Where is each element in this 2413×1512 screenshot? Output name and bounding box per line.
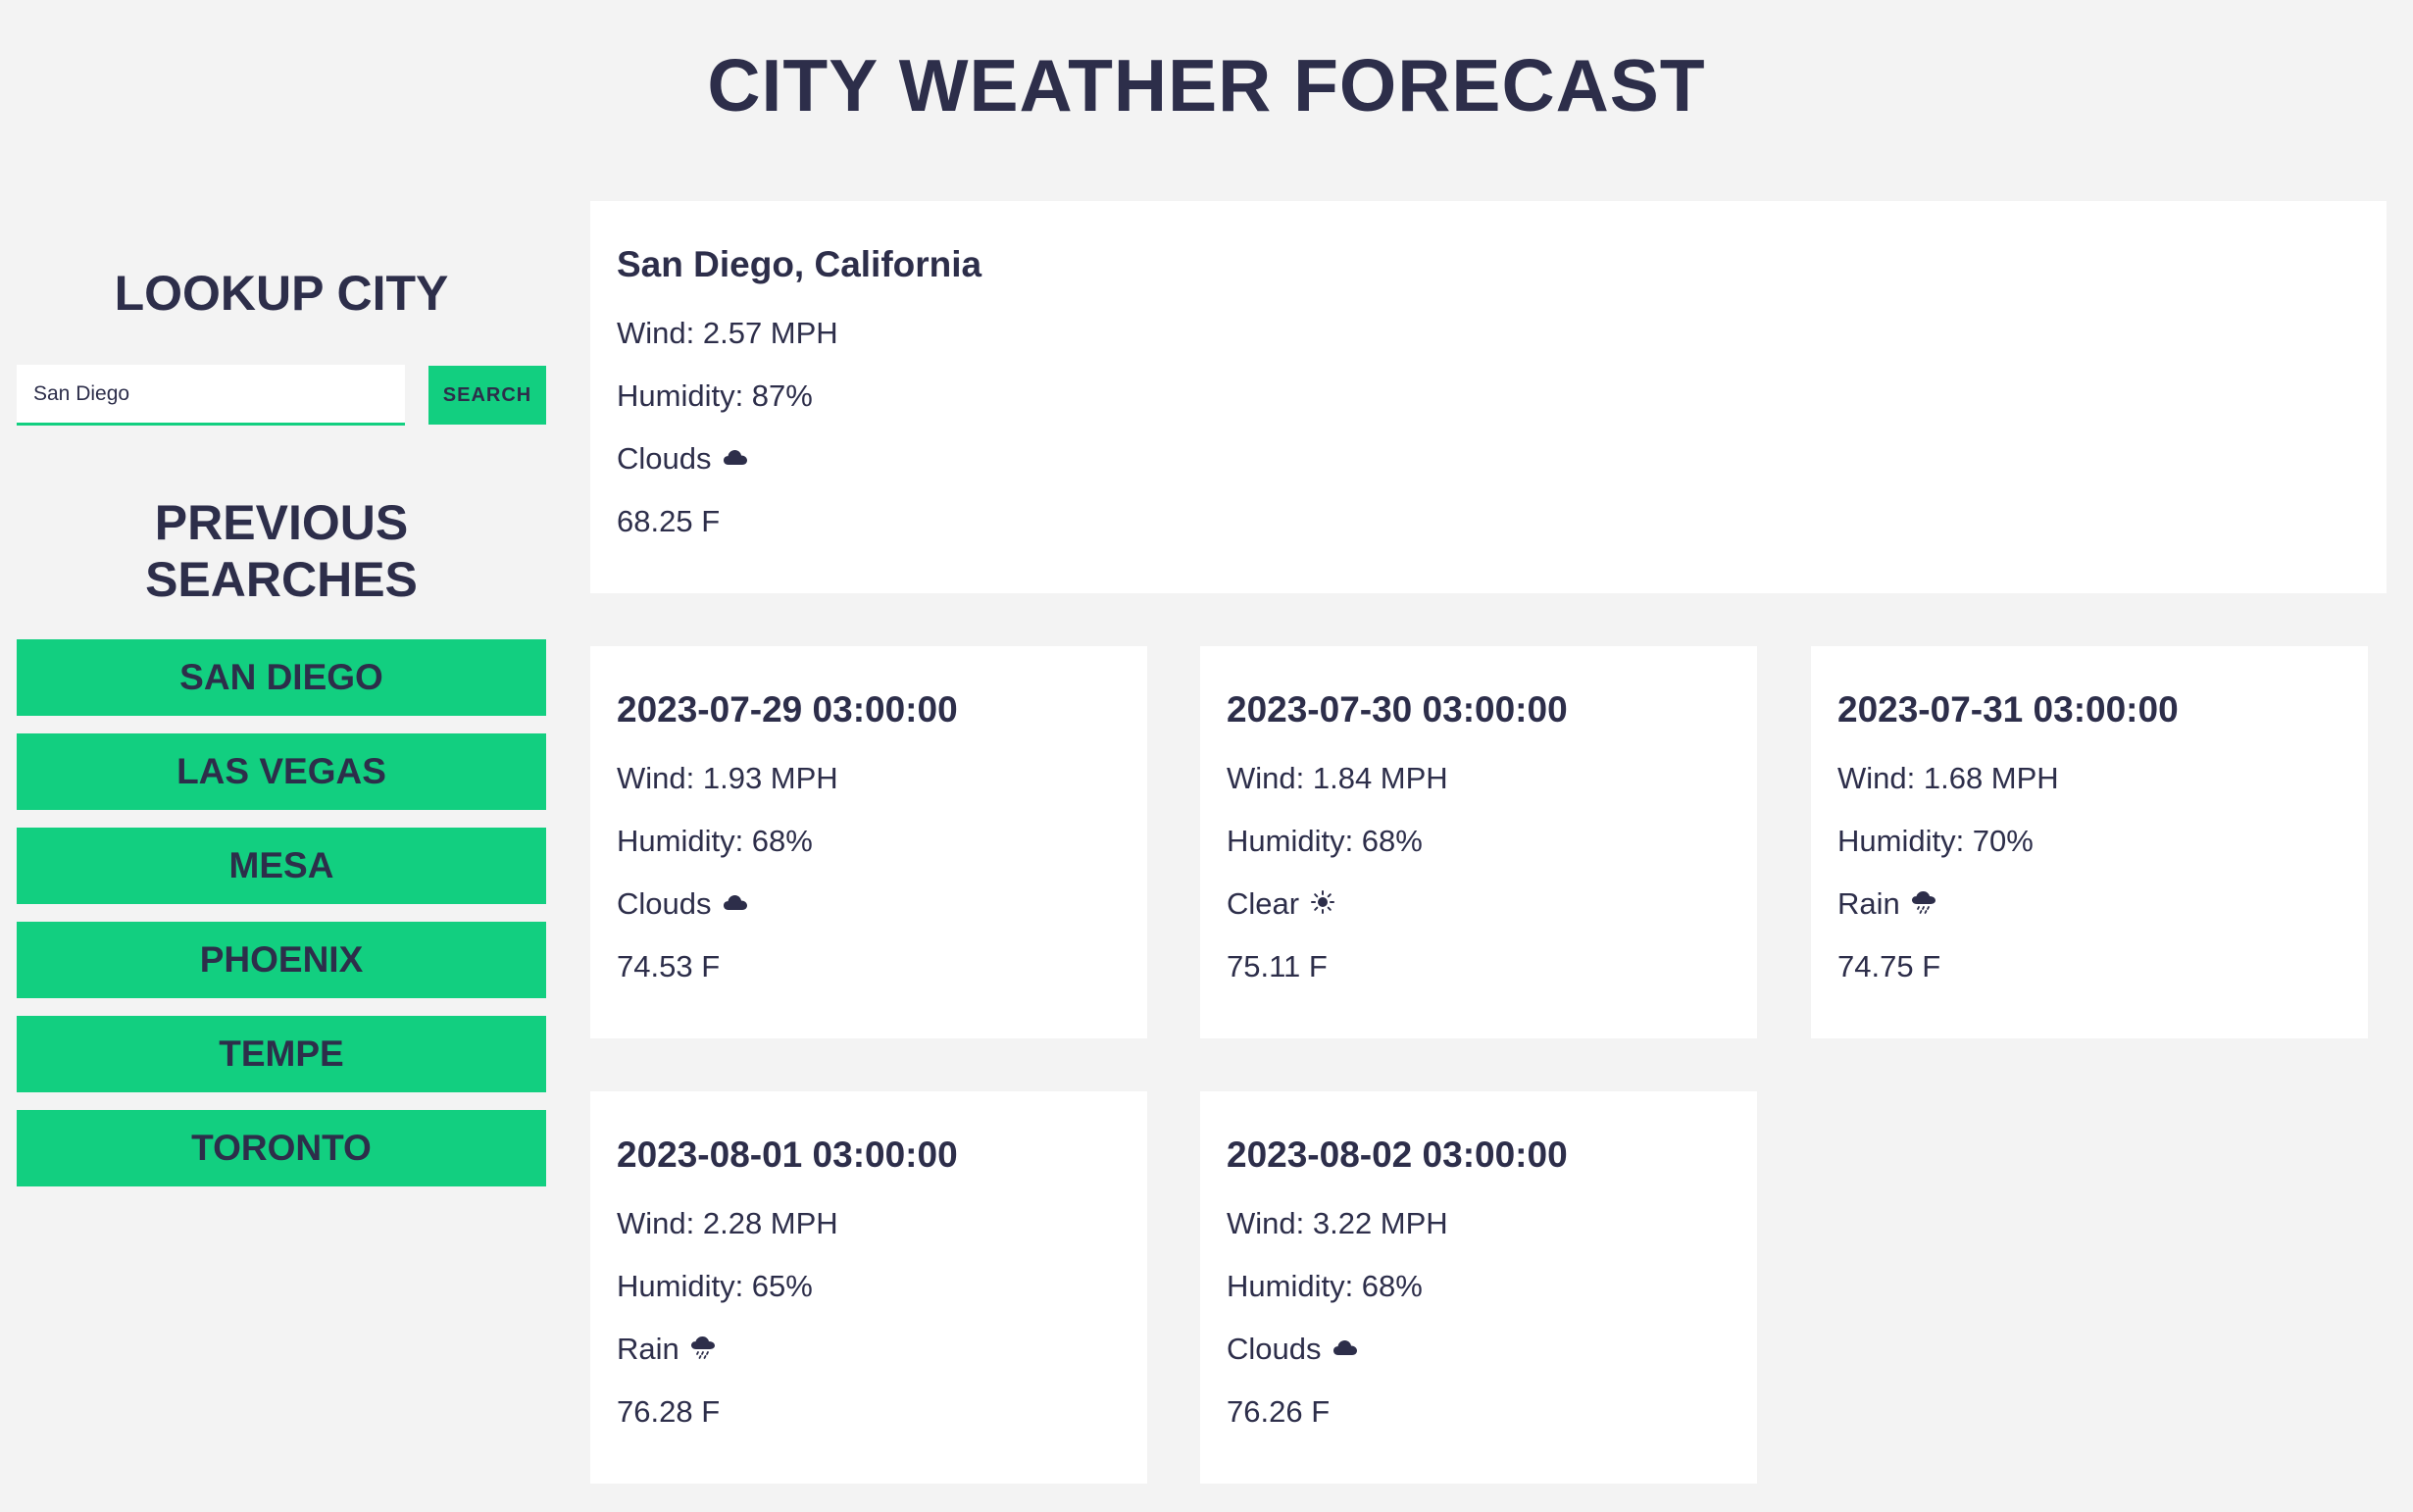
forecast-temperature: 74.53 F [617, 949, 721, 983]
condition-label: Rain [1837, 886, 1900, 921]
search-button[interactable]: SEARCH [428, 366, 546, 425]
forecast-humidity: Humidity: 68% [617, 824, 813, 858]
history-button-san-diego[interactable]: SAN DIEGO [17, 639, 546, 716]
current-condition: Clouds [617, 440, 2360, 477]
cloud-icon [722, 889, 749, 915]
forecast-condition: Rain [1837, 885, 2341, 922]
forecast-wind: Wind: 1.84 MPH [1227, 761, 1448, 795]
condition-label: Clouds [617, 886, 712, 921]
forecast-temperature: 76.28 F [617, 1394, 721, 1429]
forecast-date: 2023-07-30 03:00:00 [1227, 689, 1568, 730]
page-title: CITY WEATHER FORECAST [707, 44, 1706, 126]
rain-icon [689, 1335, 717, 1360]
lookup-city-heading: LOOKUP CITY [114, 266, 449, 321]
current-weather-card: San Diego, California Wind: 2.57 MPH Hum… [590, 201, 2387, 593]
forecast-humidity: Humidity: 65% [617, 1269, 813, 1303]
history-button-toronto[interactable]: TORONTO [17, 1110, 546, 1186]
forecast-card: 2023-08-01 03:00:00 Wind: 2.28 MPH Humid… [590, 1091, 1147, 1484]
condition-label: Clouds [1227, 1332, 1322, 1366]
current-wind: Wind: 2.57 MPH [617, 316, 838, 350]
history-button-mesa[interactable]: MESA [17, 828, 546, 904]
city-search-input[interactable] [17, 365, 405, 426]
forecast-card: 2023-08-02 03:00:00 Wind: 3.22 MPH Humid… [1200, 1091, 1757, 1484]
forecast-wind: Wind: 3.22 MPH [1227, 1206, 1448, 1240]
forecast-date: 2023-07-31 03:00:00 [1837, 689, 2179, 730]
condition-label: Clouds [617, 441, 712, 476]
history-button-tempe[interactable]: TEMPE [17, 1016, 546, 1092]
previous-searches-list: SAN DIEGO LAS VEGAS MESA PHOENIX TEMPE T… [17, 639, 546, 1204]
search-row: SEARCH [17, 365, 546, 426]
rain-icon [1910, 889, 1937, 915]
history-button-phoenix[interactable]: PHOENIX [17, 922, 546, 998]
history-button-las-vegas[interactable]: LAS VEGAS [17, 733, 546, 810]
sun-icon [1309, 889, 1336, 915]
cloud-icon [722, 444, 749, 470]
forecast-card: 2023-07-30 03:00:00 Wind: 1.84 MPH Humid… [1200, 646, 1757, 1038]
current-humidity: Humidity: 87% [617, 378, 813, 413]
forecast-condition: Rain [617, 1331, 1121, 1367]
forecast-humidity: Humidity: 68% [1227, 1269, 1423, 1303]
forecast-wind: Wind: 1.68 MPH [1837, 761, 2059, 795]
condition-label: Clear [1227, 886, 1300, 921]
forecast-card: 2023-07-31 03:00:00 Wind: 1.68 MPH Humid… [1811, 646, 2368, 1038]
forecast-condition: Clouds [1227, 1331, 1731, 1367]
forecast-date: 2023-08-01 03:00:00 [617, 1134, 958, 1175]
forecast-humidity: Humidity: 68% [1227, 824, 1423, 858]
forecast-temperature: 75.11 F [1227, 949, 1328, 983]
current-temperature: 68.25 F [617, 504, 721, 538]
forecast-temperature: 74.75 F [1837, 949, 1941, 983]
forecast-temperature: 76.26 F [1227, 1394, 1331, 1429]
forecast-date: 2023-08-02 03:00:00 [1227, 1134, 1568, 1175]
forecast-card: 2023-07-29 03:00:00 Wind: 1.93 MPH Humid… [590, 646, 1147, 1038]
current-city-title: San Diego, California [617, 244, 982, 284]
forecast-condition: Clouds [617, 885, 1121, 922]
forecast-wind: Wind: 1.93 MPH [617, 761, 838, 795]
forecast-condition: Clear [1227, 885, 1731, 922]
previous-searches-heading: PREVIOUS SEARCHES [145, 495, 418, 607]
forecast-date: 2023-07-29 03:00:00 [617, 689, 958, 730]
condition-label: Rain [617, 1332, 679, 1366]
sidebar: LOOKUP CITY SEARCH PREVIOUS SEARCHES SAN… [17, 265, 546, 1204]
cloud-icon [1332, 1335, 1359, 1360]
forecast-wind: Wind: 2.28 MPH [617, 1206, 838, 1240]
forecast-humidity: Humidity: 70% [1837, 824, 2034, 858]
